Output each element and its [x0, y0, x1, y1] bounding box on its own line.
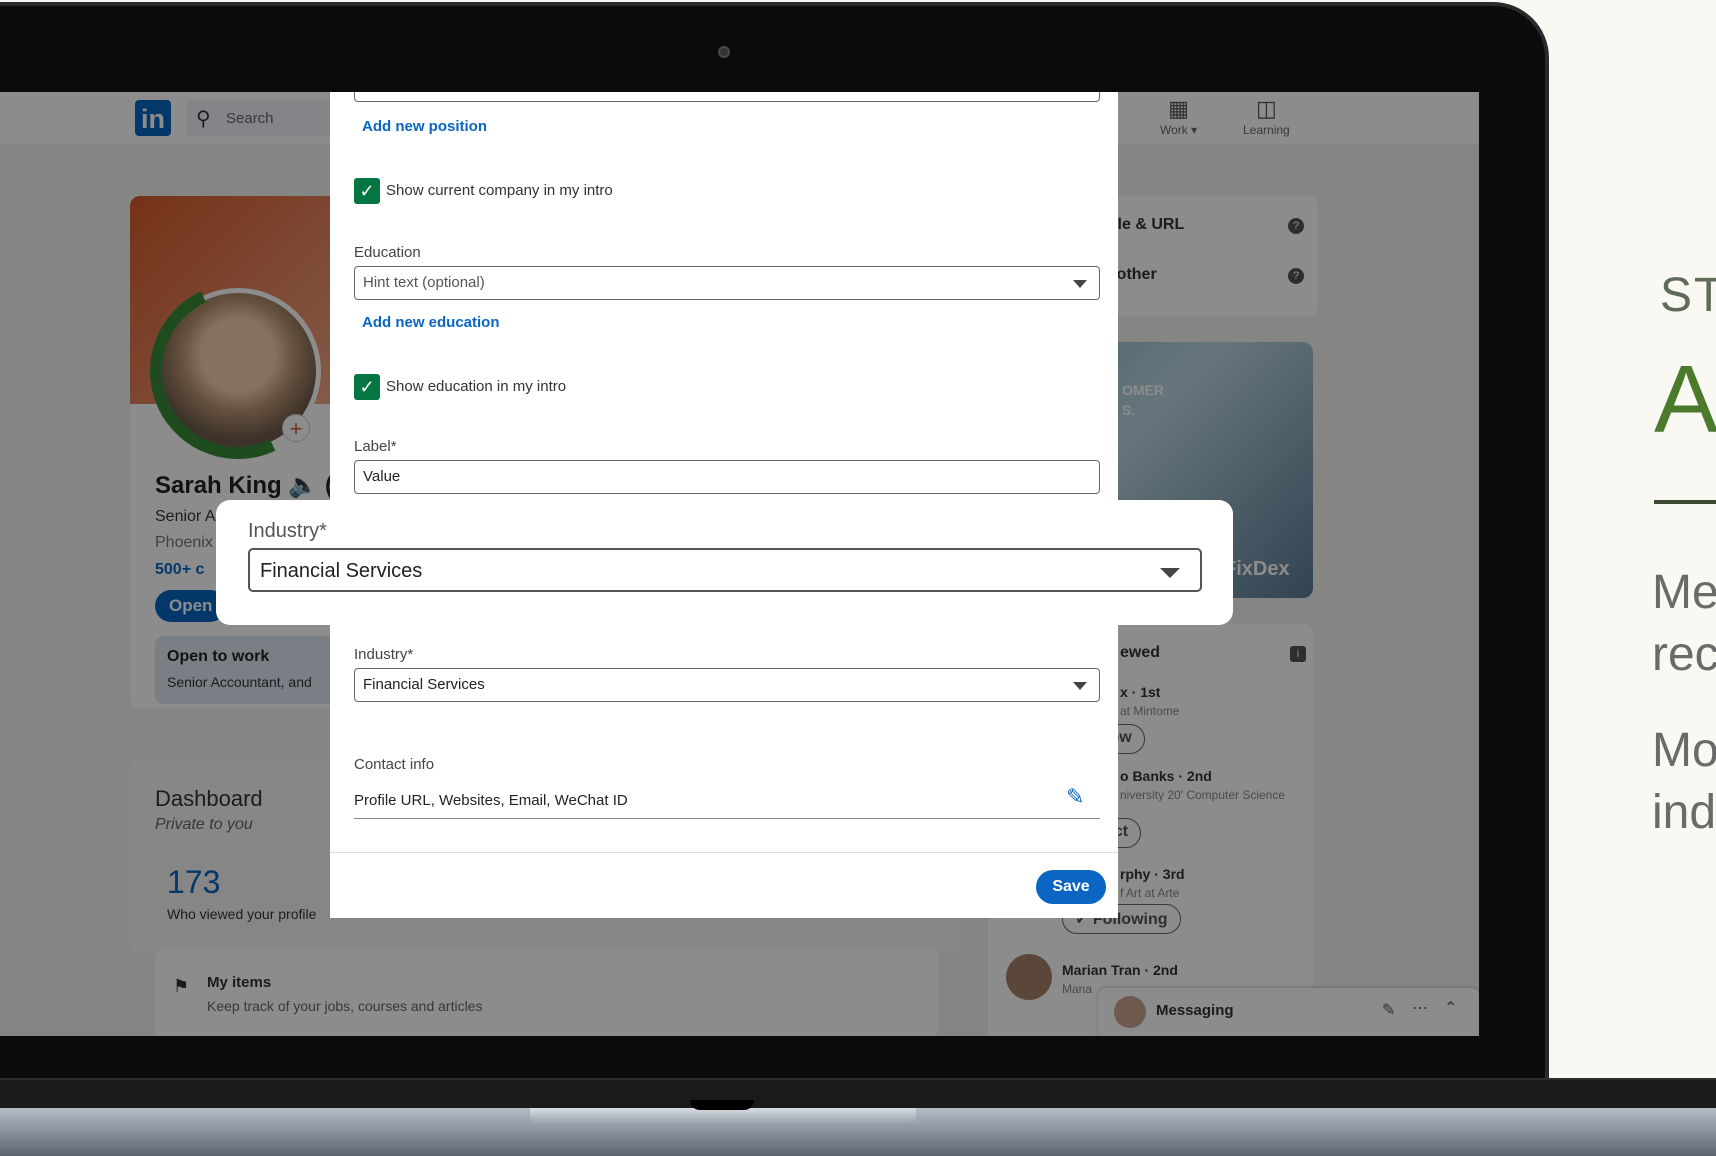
industry-callout: Industry* Financial Services: [216, 500, 1233, 625]
contact-label: Contact info: [354, 756, 435, 773]
chevron-down-icon: [1073, 280, 1087, 288]
label-label: Label*: [354, 438, 397, 455]
slide-title: A: [1654, 346, 1716, 453]
education-label: Education: [354, 244, 421, 261]
add-education-link[interactable]: Add new education: [362, 314, 500, 331]
industry-value: Financial Services: [363, 676, 485, 693]
pencil-icon[interactable]: ✎: [1066, 784, 1084, 810]
modal-footer: [330, 852, 1118, 918]
lid-notch: [690, 1100, 754, 1110]
slide-body-line: Mo: [1652, 724, 1716, 777]
save-button[interactable]: Save: [1036, 870, 1106, 904]
show-education-label: Show education in my intro: [386, 378, 567, 395]
laptop-hinge: [0, 1078, 1716, 1112]
label-input[interactable]: Value: [354, 460, 1100, 494]
slide-body-line: rec: [1652, 628, 1716, 681]
industry-label: Industry*: [354, 646, 414, 663]
slide-kicker: ST: [1660, 269, 1716, 322]
callout-industry-value: Financial Services: [260, 560, 423, 582]
contact-value: Profile URL, Websites, Email, WeChat ID: [354, 792, 628, 809]
education-select[interactable]: Hint text (optional): [354, 266, 1100, 300]
position-field[interactable]: [354, 92, 1100, 102]
industry-select[interactable]: Financial Services: [354, 668, 1100, 702]
label-value: Value: [363, 468, 401, 485]
laptop-base-notch: [530, 1108, 916, 1124]
show-education-checkbox[interactable]: ✓: [354, 374, 380, 400]
screen: in ⚲ Search ▦ Work ▾ ◫ Learning + Sarah …: [0, 92, 1479, 1036]
slide-body-line: Me: [1652, 566, 1716, 619]
callout-industry-select[interactable]: Financial Services: [248, 548, 1202, 592]
callout-industry-label: Industry*: [248, 520, 327, 542]
add-position-link[interactable]: Add new position: [362, 118, 487, 135]
chevron-down-icon: [1073, 682, 1087, 690]
show-company-label: Show current company in my intro: [386, 182, 613, 199]
webcam: [718, 46, 730, 58]
show-company-checkbox[interactable]: ✓: [354, 178, 380, 204]
slide-divider: [1654, 500, 1716, 504]
chevron-down-icon: [1160, 568, 1180, 578]
slide-body-line: ind: [1652, 786, 1716, 839]
contact-divider: [354, 818, 1100, 819]
education-hint: Hint text (optional): [363, 274, 485, 291]
stage: ST A Me rec Mo ind in ⚲ Search ▦ Work ▾ …: [0, 0, 1716, 1156]
